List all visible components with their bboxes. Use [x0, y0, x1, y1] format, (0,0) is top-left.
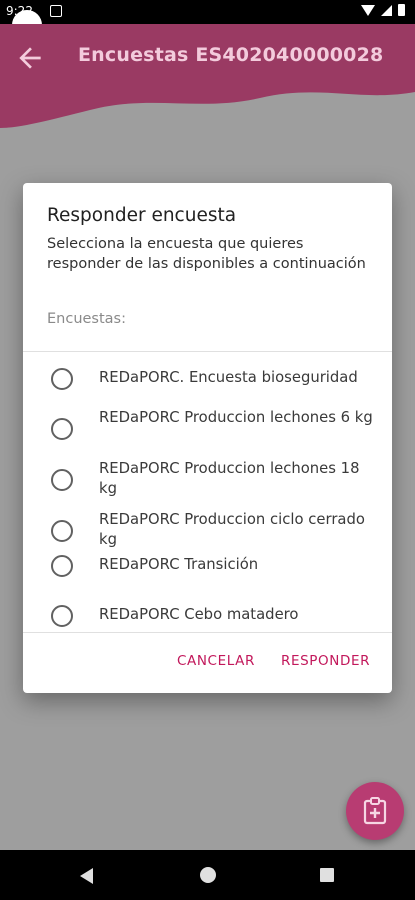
app-bar-background — [0, 24, 415, 128]
notification-icon — [50, 5, 62, 17]
nav-home-icon[interactable] — [200, 867, 216, 883]
survey-option[interactable]: REDaPORC Produccion lechones 6 kg — [23, 406, 392, 450]
survey-option-label: REDaPORC Transición — [99, 556, 259, 573]
radio-button[interactable] — [51, 520, 73, 542]
survey-option[interactable]: REDaPORC Cebo matadero — [23, 605, 392, 632]
radio-button[interactable] — [51, 555, 73, 577]
clipboard-plus-icon — [363, 797, 387, 825]
nav-back-icon[interactable] — [80, 868, 93, 884]
app-bar: Encuestas ES402040000028 — [0, 24, 415, 134]
survey-option[interactable]: REDaPORC. Encuesta bioseguridad — [23, 368, 392, 400]
survey-list[interactable]: REDaPORC. Encuesta bioseguridad REDaPORC… — [23, 352, 392, 632]
survey-option-label: REDaPORC. Encuesta bioseguridad — [99, 369, 358, 386]
respond-button[interactable]: RESPONDER — [281, 653, 370, 669]
dialog-description: Selecciona la encuesta que quieres respo… — [47, 236, 366, 272]
back-button[interactable] — [14, 42, 46, 74]
survey-option[interactable]: REDaPORC Produccion lechones 18 kg — [23, 457, 392, 501]
survey-list-label: Encuestas: — [47, 311, 126, 327]
divider — [23, 632, 392, 633]
page-title: Encuestas ES402040000028 — [78, 44, 384, 66]
survey-option-label: REDaPORC Produccion lechones 18 kg — [99, 460, 360, 497]
navigation-bar — [0, 850, 415, 900]
survey-dialog: Responder encuesta Selecciona la encuest… — [23, 183, 392, 693]
survey-option-label: REDaPORC Produccion lechones 6 kg — [99, 409, 373, 426]
add-survey-button[interactable] — [346, 782, 404, 840]
nav-recents-icon[interactable] — [320, 868, 334, 882]
survey-option-label: REDaPORC Produccion ciclo cerrado kg — [99, 511, 365, 548]
signal-icon — [381, 4, 392, 16]
radio-button[interactable] — [51, 368, 73, 390]
dialog-title: Responder encuesta — [47, 205, 237, 226]
survey-option-label: REDaPORC Cebo matadero — [99, 606, 299, 623]
status-bar: 9:22 — [0, 0, 415, 24]
system-icons — [361, 4, 405, 16]
radio-button[interactable] — [51, 469, 73, 491]
survey-option[interactable]: REDaPORC Transición — [23, 555, 392, 587]
wifi-icon — [361, 4, 375, 16]
cancel-button[interactable]: CANCELAR — [177, 653, 255, 669]
survey-option[interactable]: REDaPORC Produccion ciclo cerrado kg — [23, 508, 392, 552]
arrow-back-icon — [19, 47, 41, 69]
radio-button[interactable] — [51, 605, 73, 627]
battery-icon — [398, 4, 405, 16]
radio-button[interactable] — [51, 418, 73, 440]
